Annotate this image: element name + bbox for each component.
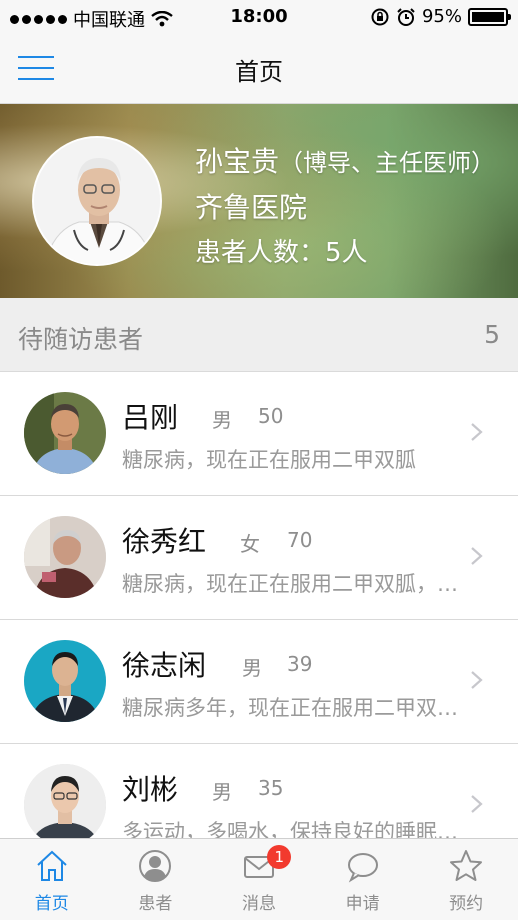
- patient-description: 糖尿病，现在正在服用二甲双胍: [122, 448, 416, 472]
- star-icon: [450, 850, 483, 881]
- section-header: 待随访患者 5: [0, 298, 518, 372]
- patient-avatar: [24, 392, 106, 474]
- doctor-hospital: 齐鲁医院: [195, 191, 308, 224]
- patient-gender: 男: [212, 780, 232, 804]
- nav-bar: 首页: [0, 36, 518, 104]
- message-badge: 1: [267, 845, 292, 869]
- tab-label: 申请: [345, 894, 380, 914]
- patient-list: 吕刚 男 50 糖尿病，现在正在服用二甲双胍 徐秀红 女 70 糖尿病，现在正在…: [0, 372, 518, 838]
- patient-avatar: [24, 640, 106, 722]
- page-title: 首页: [235, 58, 283, 86]
- patient-avatar: [24, 764, 106, 838]
- tab-label: 患者: [138, 894, 173, 914]
- patient-age: 70: [287, 528, 313, 552]
- patient-row[interactable]: 吕刚 男 50 糖尿病，现在正在服用二甲双胍: [0, 372, 518, 496]
- patient-age: 35: [258, 776, 284, 800]
- battery-icon: [468, 7, 511, 26]
- tab-bar: 首页 患者 1 消息 申请 预约: [0, 838, 518, 920]
- tab-label: 预约: [449, 894, 484, 914]
- chevron-right-icon: [471, 671, 483, 689]
- status-right: 95%: [370, 6, 511, 27]
- tab-appointments[interactable]: 预约: [414, 839, 518, 920]
- patient-name: 徐志闲: [122, 649, 207, 682]
- home-icon: [37, 850, 67, 881]
- doctor-name: 孙宝贵: [195, 145, 280, 178]
- rotation-lock-icon: [371, 8, 389, 25]
- doctor-name-line: 孙宝贵（博导、主任医师）: [195, 140, 495, 180]
- battery-percent: 95%: [421, 6, 462, 27]
- patient-name: 徐秀红: [122, 525, 207, 558]
- patient-description: 多运动，多喝水，保持良好的睡眠…: [122, 820, 458, 838]
- doctor-avatar: [32, 136, 162, 266]
- status-bar: 中国联通 18:00 95%: [0, 0, 518, 36]
- tab-home[interactable]: 首页: [0, 839, 104, 920]
- patient-description: 糖尿病多年，现在正在服用二甲双…: [122, 696, 458, 720]
- patient-name: 刘彬: [122, 773, 179, 806]
- chevron-right-icon: [471, 423, 483, 441]
- patient-gender: 女: [240, 532, 260, 556]
- doctor-title: （博导、主任医师）: [279, 149, 496, 177]
- patient-description: 糖尿病，现在正在服用二甲双胍，…: [122, 572, 458, 596]
- person-icon: [139, 850, 172, 882]
- patient-row[interactable]: 刘彬 男 35 多运动，多喝水，保持良好的睡眠…: [0, 744, 518, 838]
- section-title: 待随访患者: [18, 325, 144, 354]
- patient-gender: 男: [242, 656, 262, 680]
- tab-label: 首页: [34, 894, 69, 914]
- chat-bubble-icon: [347, 853, 378, 883]
- patient-avatar: [24, 516, 106, 598]
- patient-name: 吕刚: [122, 401, 179, 434]
- patient-row[interactable]: 徐秀红 女 70 糖尿病，现在正在服用二甲双胍，…: [0, 496, 518, 620]
- chevron-right-icon: [471, 795, 483, 813]
- alarm-icon: [397, 7, 415, 26]
- tab-label: 消息: [241, 894, 276, 914]
- section-count: 5: [484, 320, 500, 349]
- patient-gender: 男: [212, 408, 232, 432]
- tab-patients[interactable]: 患者: [104, 839, 208, 920]
- patient-age: 39: [287, 652, 313, 676]
- chevron-right-icon: [471, 547, 483, 565]
- tab-messages[interactable]: 1 消息: [207, 839, 311, 920]
- patient-age: 50: [258, 404, 284, 428]
- tab-applications[interactable]: 申请: [311, 839, 415, 920]
- patient-count: 患者人数：5人: [195, 238, 368, 268]
- patient-row[interactable]: 徐志闲 男 39 糖尿病多年，现在正在服用二甲双…: [0, 620, 518, 744]
- doctor-banner: 孙宝贵（博导、主任医师） 齐鲁医院 患者人数：5人: [0, 104, 518, 298]
